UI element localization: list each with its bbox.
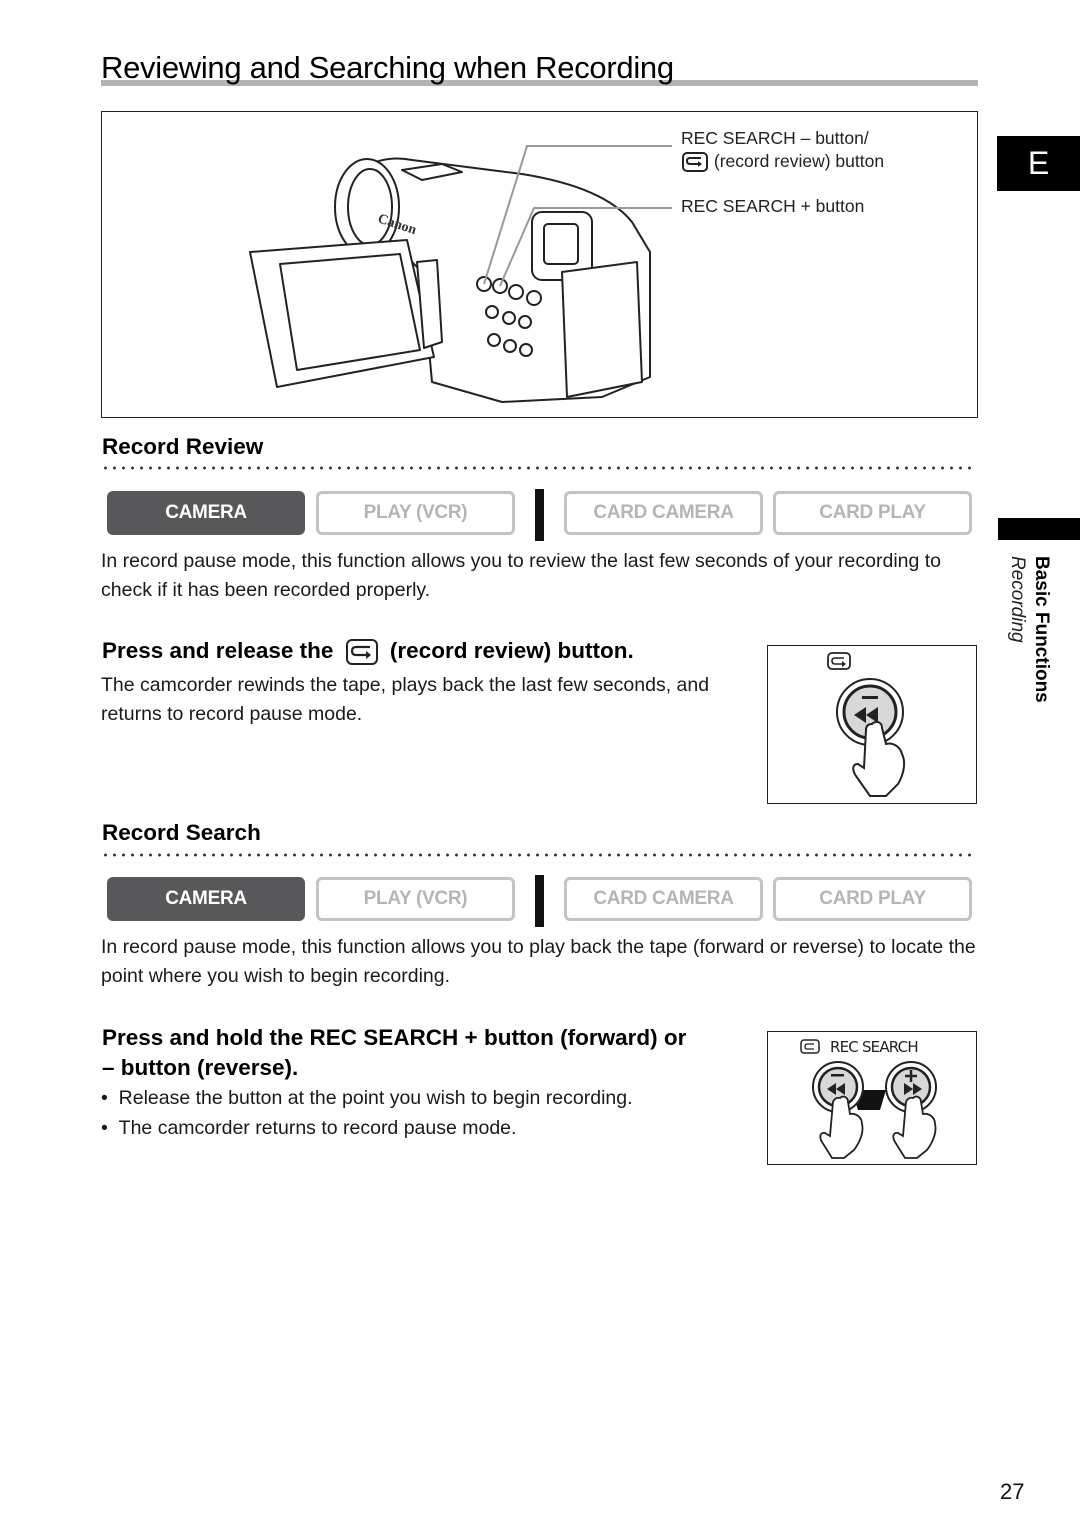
record-review-button-figure	[767, 645, 977, 804]
mode-card-camera: CARD CAMERA	[564, 491, 763, 535]
record-review-step: Press and release the (record review) bu…	[102, 638, 634, 666]
page-title: Reviewing and Searching when Recording	[101, 50, 674, 85]
record-search-step-line2: – button (reverse).	[102, 1055, 299, 1080]
rec-search-button-illustration: REC SEARCH	[800, 1038, 937, 1159]
record-review-description: In record pause mode, this function allo…	[101, 550, 942, 601]
callout-rec-search-plus: REC SEARCH + button	[681, 196, 865, 216]
mode-separator	[535, 875, 544, 927]
record-review-icon	[800, 1039, 820, 1054]
camcorder-figure: Canon REC SEARCH – button/ (record revie…	[101, 111, 978, 418]
mode-camera: CAMERA	[107, 877, 305, 921]
record-review-icon	[345, 639, 378, 666]
mode-card-play: CARD PLAY	[773, 877, 972, 921]
rec-search-button-figure: REC SEARCH	[767, 1031, 977, 1165]
rec-search-label: REC SEARCH	[830, 1038, 918, 1056]
dotted-divider	[101, 466, 976, 470]
record-search-step-line1: Press and hold the REC SEARCH + button (…	[102, 1025, 687, 1050]
callout-text: REC SEARCH – button/	[681, 128, 869, 148]
callout-text: (record review) button	[713, 151, 885, 171]
mode-play-vcr: PLAY (VCR)	[316, 877, 515, 921]
bullet-item: • The camcorder returns to record pause …	[101, 1117, 517, 1139]
record-review-button-illustration	[827, 652, 906, 797]
mode-camera: CAMERA	[107, 491, 305, 535]
bullet-text: Release the button at the point you wish…	[118, 1087, 633, 1109]
mode-play-vcr: PLAY (VCR)	[316, 491, 515, 535]
chapter-side-label: Basic Functions Recording	[1000, 556, 1080, 736]
mode-card-camera: CARD CAMERA	[564, 877, 763, 921]
language-letter: E	[1027, 145, 1050, 181]
mode-separator	[535, 489, 544, 541]
section-heading-record-search: Record Search	[102, 820, 261, 845]
callout-subline: (record review) button	[681, 151, 884, 173]
bullet-item: • Release the button at the point you wi…	[101, 1087, 633, 1109]
language-tab: E	[997, 136, 1080, 191]
record-review-icon	[827, 652, 851, 670]
mode-indicator: CAMERA PLAY (VCR) CARD CAMERA CARD PLAY	[107, 875, 973, 933]
chapter-tab-marker	[998, 518, 1080, 540]
callout-rec-search-minus: REC SEARCH – button/ (record review) but…	[681, 128, 884, 173]
section-name: Recording	[1007, 556, 1028, 643]
record-search-description: In record pause mode, this function allo…	[101, 936, 976, 987]
record-review-icon	[682, 152, 708, 173]
step-text: Press and release the	[102, 638, 334, 663]
chapter-name: Basic Functions	[1031, 556, 1052, 703]
bullet-text: The camcorder returns to record pause mo…	[118, 1117, 517, 1139]
step-text: (record review) button.	[389, 638, 634, 663]
record-review-detail: The camcorder rewinds the tape, plays ba…	[101, 674, 710, 725]
page-number: 27	[1000, 1479, 1025, 1504]
mode-card-play: CARD PLAY	[773, 491, 972, 535]
section-heading-record-review: Record Review	[102, 434, 264, 459]
mode-indicator: CAMERA PLAY (VCR) CARD CAMERA CARD PLAY	[107, 489, 973, 547]
dotted-divider	[101, 853, 976, 857]
